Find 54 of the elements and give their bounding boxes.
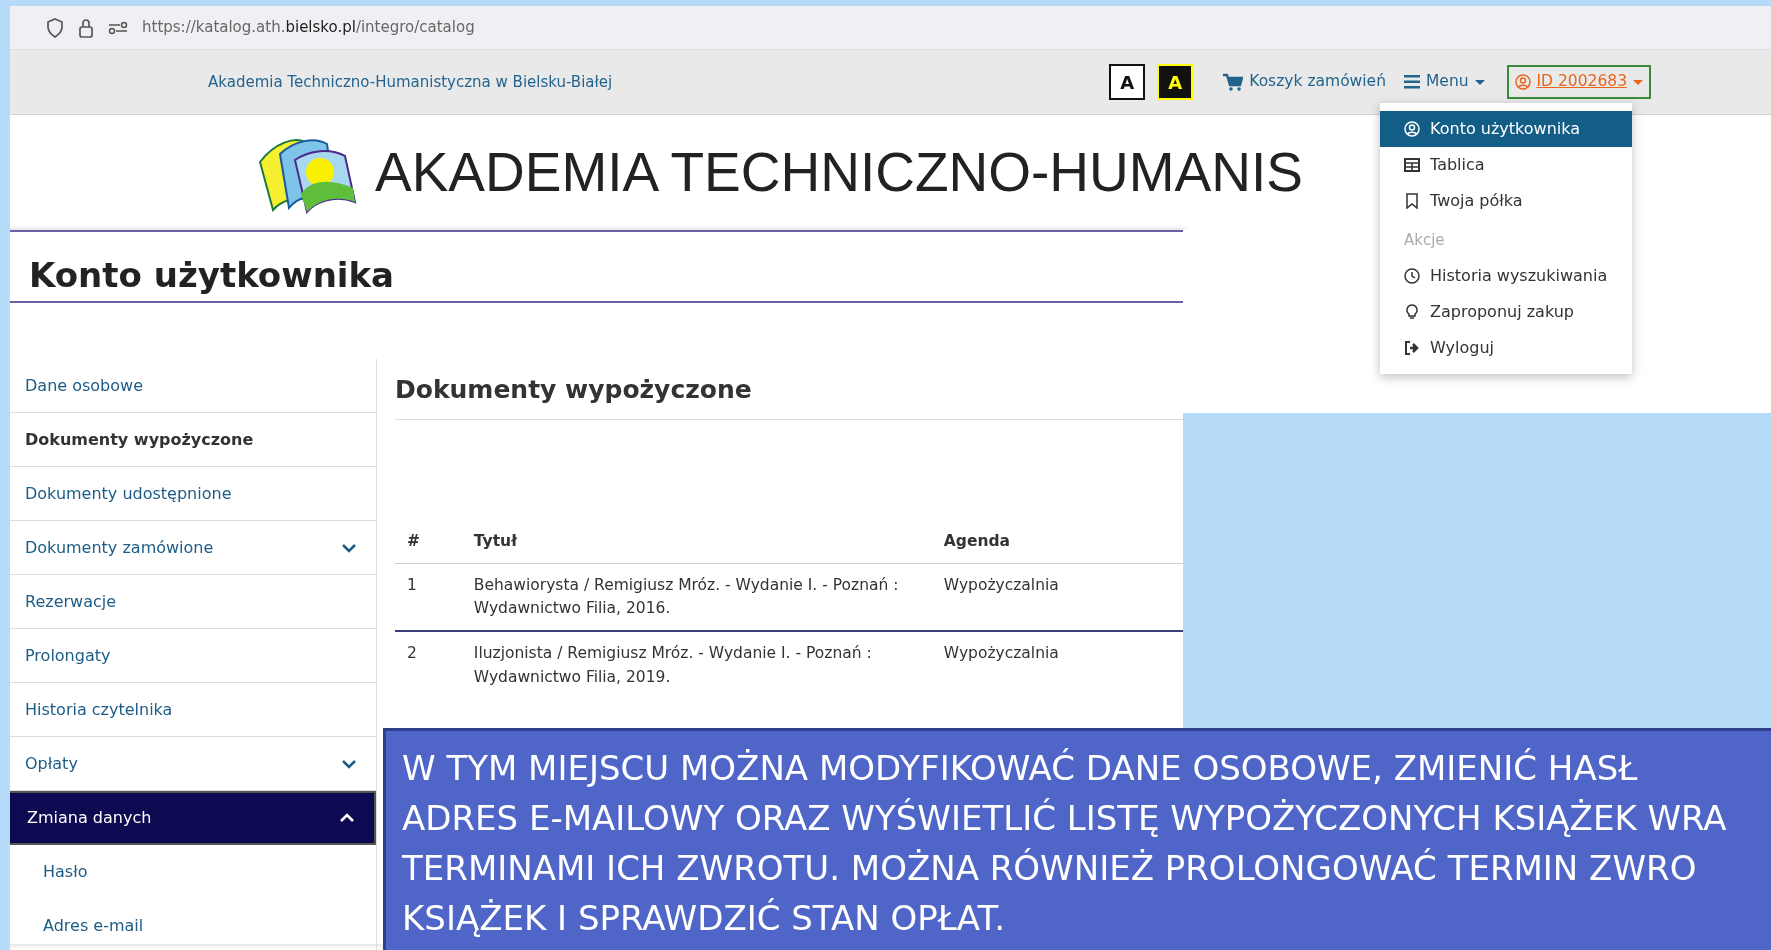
callout-text-line: W TYM MIEJSCU MOŻNA MODYFIKOWAĆ DANE OSOBOWE, ZMIENIĆ HASŁ — [402, 747, 1639, 790]
sidebar-subitem[interactable]: Adres e-mail — [10, 899, 376, 950]
menu-item[interactable]: Zaproponuj zakup — [1380, 293, 1632, 330]
sidebar-item[interactable]: Rezerwacje — [10, 575, 376, 629]
callout-text-line: ADRES E-MAILOWY ORAZ WYŚWIETLIĆ LISTĘ WYPOŻYCZONYCH KSIĄŻEK WRA — [402, 797, 1728, 840]
sidebar-item[interactable]: Historia czytelnika — [10, 683, 376, 737]
table-cell: Iluzjonista / Remigiusz Mróz. - Wydanie I. - Poznań : Wydawnictwo Filia, 2019. — [461, 631, 932, 699]
institution-link[interactable]: Akademia Techniczno-Humanistyczna w Bielsku-Białej — [208, 70, 613, 94]
callout-text-line: KSIĄŻEK I SPRAWDZIĆ STAN OPŁAT. — [402, 897, 1007, 940]
chevron-down-icon — [342, 542, 356, 553]
section-heading: Dokumenty wypożyczone — [395, 359, 1183, 420]
logout-icon — [1404, 339, 1420, 356]
lightbulb-icon — [1404, 303, 1420, 320]
clock-icon — [1404, 267, 1420, 284]
sidebar-item[interactable]: Prolongaty — [10, 629, 376, 683]
menu-icon — [1403, 75, 1420, 89]
contrast-button[interactable]: A — [1109, 64, 1146, 100]
menu-button[interactable]: Menu — [1403, 70, 1485, 94]
table-cell: 1 — [395, 563, 462, 632]
caret-icon — [1633, 79, 1643, 85]
menu-item[interactable]: Konto użytkownika — [1380, 111, 1632, 147]
cart-link[interactable]: Koszyk zamówień — [1223, 70, 1386, 94]
menu-item[interactable]: Tablica — [1380, 147, 1632, 183]
lock-icon — [78, 17, 94, 38]
chevron-up-icon — [340, 813, 354, 823]
url-text[interactable]: https://katalog.ath.bielsko.pl/integro/catalog — [142, 16, 475, 39]
banner-title: AKADEMIA TECHNICZNO-HUMANIS — [375, 145, 1303, 200]
sidebar-item[interactable]: Dokumenty wypożyczone — [10, 413, 376, 467]
bookmark-icon — [1404, 193, 1420, 209]
column-header: Tytuł — [461, 519, 932, 564]
settings-icon[interactable] — [108, 20, 128, 35]
chevron-down-icon — [342, 758, 356, 769]
sidebar-item[interactable]: Dane osobowe — [10, 359, 376, 413]
table-cell: Wypożyczalnia — [931, 631, 1183, 699]
column-header: # — [395, 519, 462, 564]
sidebar-item[interactable]: Dokumenty udostępnione — [10, 467, 376, 521]
account-title: Konto użytkownika — [10, 232, 1183, 303]
sidebar-subitem[interactable]: Hasło — [10, 845, 376, 899]
sidebar-item[interactable]: Zmiana danych — [10, 791, 376, 845]
sidebar-item[interactable]: Dokumenty zamówione — [10, 521, 376, 575]
contrast-button[interactable]: A — [1157, 64, 1194, 100]
user-circle-icon — [1514, 74, 1531, 90]
table-cell: 2 — [395, 631, 462, 699]
menu-item[interactable]: Wyloguj — [1380, 329, 1632, 366]
menu-item[interactable]: Historia wyszukiwania — [1380, 257, 1632, 294]
user-circle-icon — [1404, 121, 1420, 137]
menu-item[interactable]: Twoja półka — [1380, 183, 1632, 219]
table-cell: Behawiorysta / Remigiusz Mróz. - Wydanie I. - Poznań : Wydawnictwo Filia, 2016. — [461, 563, 932, 632]
cart-icon — [1223, 73, 1244, 91]
shield-icon — [46, 17, 64, 38]
table-icon — [1404, 157, 1420, 173]
callout-text-line: TERMINAMI ICH ZWROTU. MOŻNA RÓWNIEŻ PROLONGOWAĆ TERMIN ZWRO — [402, 847, 1698, 890]
caret-icon — [1474, 79, 1485, 85]
menu-section-header: Akcje — [1403, 230, 1446, 251]
